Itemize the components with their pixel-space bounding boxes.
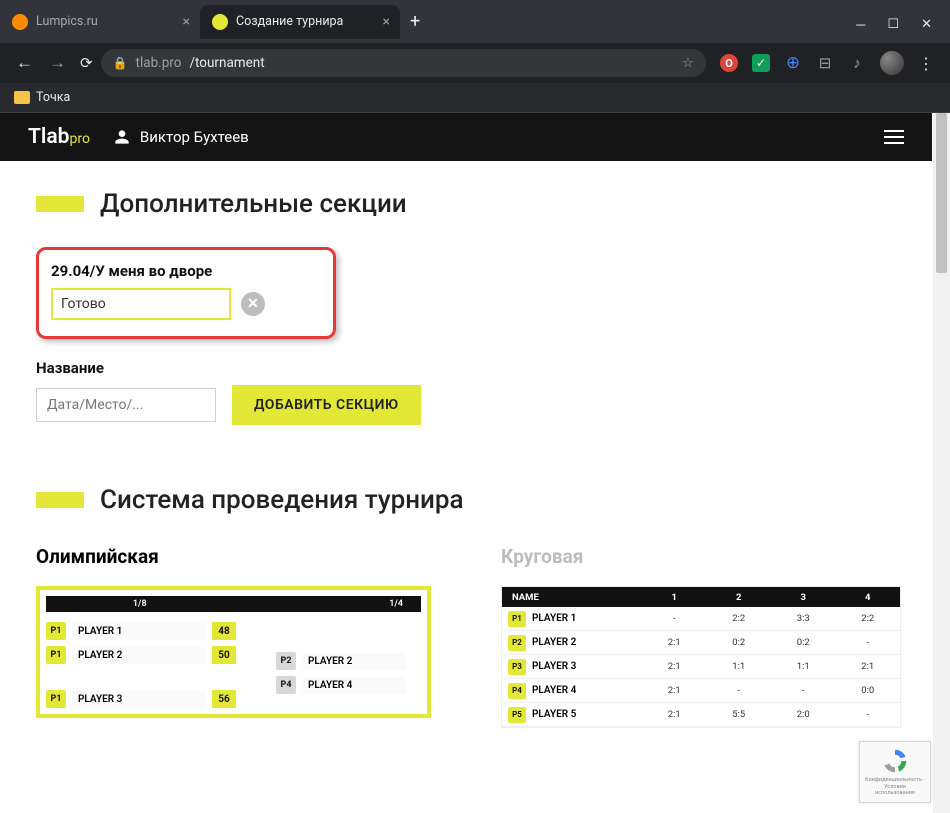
table-row: P3PLAYER 32:11:11:12:1 xyxy=(502,655,900,679)
reload-icon[interactable]: ⟳ xyxy=(80,54,93,72)
scrollbar-track[interactable] xyxy=(933,113,950,813)
browser-menu-icon[interactable]: ⋮ xyxy=(918,54,934,73)
site-header: Tlabpro Виктор Бухтеев xyxy=(0,113,932,161)
extension-icon[interactable]: O xyxy=(720,54,738,72)
browser-tab[interactable]: Lumpics.ru × xyxy=(0,5,200,39)
browser-tab-strip: Lumpics.ru × Создание турнира × + ─ ☐ ✕ xyxy=(0,0,950,43)
table-row: P4PLAYER 42:1--0:0 xyxy=(502,679,900,703)
address-bar: ← → ⟳ 🔒 tlab.pro/tournament ☆ O ✓ ⊕ ⊟ ♪ … xyxy=(0,43,950,83)
section-value-input[interactable] xyxy=(51,288,231,320)
recaptcha-icon xyxy=(880,747,910,775)
bracket-round-label: 1/4 xyxy=(234,596,422,612)
recaptcha-text: Конфиденциальность - Условия использован… xyxy=(864,777,926,797)
new-tab-button[interactable]: + xyxy=(400,11,430,32)
round-robin-preview[interactable]: NAME 1 2 3 4 P1PLAYER 1-2:23:32:2 P2PLAY… xyxy=(501,586,901,728)
url-host: tlab.pro xyxy=(136,55,182,71)
nav-forward-icon[interactable]: → xyxy=(49,53,66,73)
close-window-icon[interactable]: ✕ xyxy=(921,17,932,33)
url-input[interactable]: 🔒 tlab.pro/tournament ☆ xyxy=(101,49,706,77)
extension-icon[interactable]: ✓ xyxy=(752,54,770,72)
section-heading: Дополнительные секции xyxy=(36,189,896,219)
section-card-highlighted: 29.04/У меня во дворе ✕ xyxy=(36,247,336,339)
user-name: Виктор Бухтеев xyxy=(140,128,249,146)
tab-title: Создание турнира xyxy=(236,14,343,29)
user-icon xyxy=(112,127,132,147)
add-section-button[interactable]: ДОБАВИТЬ СЕКЦИЮ xyxy=(232,385,421,425)
bracket-player-row: P2PLAYER 2 xyxy=(276,652,406,670)
heading-accent-bar xyxy=(36,196,84,212)
favicon-icon xyxy=(12,14,28,30)
browser-tab-active[interactable]: Создание турнира × xyxy=(200,5,400,39)
section-item-title: 29.04/У меня во дворе xyxy=(51,262,319,280)
folder-icon xyxy=(14,91,30,104)
recaptcha-badge[interactable]: Конфиденциальность - Условия использован… xyxy=(859,741,931,803)
bracket-round-label: 1/8 xyxy=(46,596,234,612)
bracket-player-row: P1PLAYER 250 xyxy=(46,646,236,664)
bookmark-item[interactable]: Точка xyxy=(36,90,70,105)
scrollbar-thumb[interactable] xyxy=(936,113,947,273)
maximize-icon[interactable]: ☐ xyxy=(887,17,899,33)
url-path: /tournament xyxy=(189,55,264,71)
favicon-icon xyxy=(212,14,228,30)
section-name-input[interactable] xyxy=(36,388,216,422)
close-tab-icon[interactable]: × xyxy=(383,14,390,30)
bracket-player-row: P1PLAYER 148 xyxy=(46,622,236,640)
close-tab-icon[interactable]: × xyxy=(183,14,190,30)
bracket-player-row: P1PLAYER 356 xyxy=(46,690,236,708)
extension-icon[interactable]: ⊟ xyxy=(816,54,834,72)
bookmarks-bar: Точка xyxy=(0,83,950,113)
bracket-player-row: P4PLAYER 4 xyxy=(276,676,406,694)
hamburger-menu-icon[interactable] xyxy=(884,130,904,144)
profile-avatar[interactable] xyxy=(880,51,904,75)
system-option-title[interactable]: Круговая xyxy=(501,545,901,568)
system-option-title[interactable]: Олимпийская xyxy=(36,545,431,568)
minimize-icon[interactable]: ─ xyxy=(856,17,865,33)
site-logo[interactable]: Tlabpro xyxy=(28,125,90,149)
table-row: P2PLAYER 22:10:20:2- xyxy=(502,631,900,655)
nav-back-icon[interactable]: ← xyxy=(16,53,33,73)
user-profile[interactable]: Виктор Бухтеев xyxy=(112,127,249,147)
tab-title: Lumpics.ru xyxy=(36,14,98,29)
table-row: P5PLAYER 52:15:52:0- xyxy=(502,703,900,727)
field-label: Название xyxy=(36,359,896,377)
section-heading: Система проведения турнира xyxy=(36,485,896,515)
star-icon[interactable]: ☆ xyxy=(682,55,694,71)
extension-icon[interactable]: ⊕ xyxy=(784,54,802,72)
heading-accent-bar xyxy=(36,492,84,508)
media-icon[interactable]: ♪ xyxy=(848,54,866,72)
lock-icon: 🔒 xyxy=(113,56,128,70)
table-row: P1PLAYER 1-2:23:32:2 xyxy=(502,607,900,631)
bracket-preview[interactable]: 1/8 1/4 P1PLAYER 148 P1PLAYER 250 P1PLAY… xyxy=(36,586,431,718)
remove-section-icon[interactable]: ✕ xyxy=(241,292,265,316)
